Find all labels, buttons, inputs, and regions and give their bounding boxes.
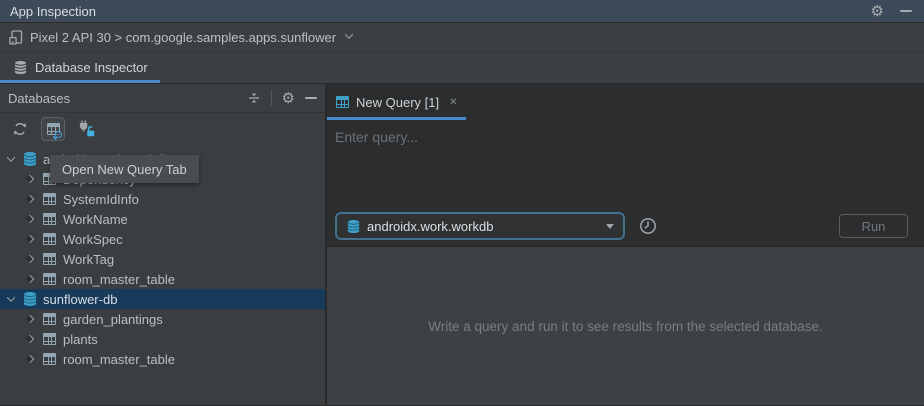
tree-item-label: room_master_table xyxy=(63,352,175,367)
refresh-databases-button[interactable] xyxy=(8,117,32,141)
open-new-query-tab-button[interactable] xyxy=(41,117,65,141)
tree-item-label: plants xyxy=(63,332,98,347)
table-icon xyxy=(43,333,56,345)
dropdown-arrow-icon xyxy=(606,224,614,229)
process-selector-label: Pixel 2 API 30 > com.google.samples.apps… xyxy=(30,30,336,45)
table-icon xyxy=(43,273,56,285)
tree-item-table[interactable]: WorkSpec xyxy=(0,229,325,249)
table-icon xyxy=(43,253,56,265)
tree-item-table[interactable]: room_master_table xyxy=(0,349,325,369)
chevron-right-icon[interactable] xyxy=(26,255,34,263)
tree-item-table[interactable]: SystemIdInfo xyxy=(0,189,325,209)
chevron-down-icon[interactable] xyxy=(7,293,15,301)
tree-item-label: room_master_table xyxy=(63,272,175,287)
tree-item-table[interactable]: room_master_table xyxy=(0,269,325,289)
hide-panel-icon[interactable] xyxy=(900,10,912,12)
chevron-right-icon[interactable] xyxy=(26,215,34,223)
databases-panel-header-tools: ⚙ xyxy=(247,90,317,106)
chevron-right-icon[interactable] xyxy=(26,275,34,283)
database-icon xyxy=(13,60,28,75)
chevron-down-icon[interactable] xyxy=(7,153,15,161)
inspector-tab-bar: Database Inspector xyxy=(0,52,924,84)
tab-label: Database Inspector xyxy=(35,60,148,75)
tree-item-table[interactable]: WorkName xyxy=(0,209,325,229)
tree-item-database-selected[interactable]: sunflower-db xyxy=(0,289,325,309)
tab-new-query[interactable]: New Query [1] ✕ xyxy=(327,84,466,120)
table-icon xyxy=(43,233,56,245)
keep-connections-open-toggle[interactable] xyxy=(74,117,98,141)
empty-state-message: Write a query and run it to see results … xyxy=(428,319,822,334)
table-icon xyxy=(43,353,56,365)
query-tab-strip: New Query [1] ✕ xyxy=(327,84,924,120)
minimize-panel-icon[interactable] xyxy=(305,97,317,99)
query-controls-row: androidx.work.workdb Run xyxy=(327,206,924,246)
database-icon xyxy=(346,219,361,234)
close-tab-icon[interactable]: ✕ xyxy=(449,97,457,108)
toolbar-separator xyxy=(271,90,272,106)
databases-panel: Databases ⚙ xyxy=(0,84,327,405)
tree-item-label: WorkTag xyxy=(63,252,114,267)
query-input[interactable] xyxy=(327,120,924,206)
tooltip-open-new-query-tab: Open New Query Tab xyxy=(50,155,199,183)
tree-item-label: WorkSpec xyxy=(63,232,123,247)
collapse-all-icon[interactable] xyxy=(247,91,261,105)
tooltip-text: Open New Query Tab xyxy=(62,162,187,177)
database-icon xyxy=(22,151,38,167)
chevron-right-icon[interactable] xyxy=(26,355,34,363)
panel-options-gear-icon[interactable]: ⚙ xyxy=(282,91,295,106)
tab-label: New Query [1] xyxy=(356,95,439,110)
chevron-right-icon[interactable] xyxy=(26,175,34,183)
title-bar: App Inspection ⚙ xyxy=(0,0,924,23)
magnifier-icon xyxy=(55,131,62,138)
main-split: Databases ⚙ xyxy=(0,84,924,405)
tab-database-inspector[interactable]: Database Inspector xyxy=(0,52,160,83)
chevron-right-icon[interactable] xyxy=(26,235,34,243)
database-dropdown-value: androidx.work.workdb xyxy=(367,219,493,234)
table-icon xyxy=(43,213,56,225)
tree-item-label: sunflower-db xyxy=(43,292,117,307)
chevron-right-icon[interactable] xyxy=(26,195,34,203)
database-icon xyxy=(22,291,38,307)
database-dropdown[interactable]: androidx.work.workdb xyxy=(335,212,625,240)
tree-item-table[interactable]: garden_plantings xyxy=(0,309,325,329)
query-results-area: Write a query and run it to see results … xyxy=(327,246,924,405)
databases-panel-title: Databases xyxy=(8,91,70,106)
databases-toolbar xyxy=(0,113,325,144)
run-query-button[interactable]: Run xyxy=(839,214,908,238)
table-icon xyxy=(336,96,349,108)
query-panel: New Query [1] ✕ xyxy=(327,84,924,405)
process-selector-bar[interactable]: Pixel 2 API 30 > com.google.samples.apps… xyxy=(0,23,924,52)
chevron-right-icon[interactable] xyxy=(26,315,34,323)
tree-item-table[interactable]: plants xyxy=(0,329,325,349)
window-title: App Inspection xyxy=(10,4,96,19)
tree-item-label: garden_plantings xyxy=(63,312,163,327)
databases-tree: androidx.work.workdb Dependency SystemId… xyxy=(0,144,325,405)
tree-item-label: SystemIdInfo xyxy=(63,192,139,207)
table-icon xyxy=(43,193,56,205)
tree-item-label: WorkName xyxy=(63,212,128,227)
device-icon xyxy=(9,30,24,45)
table-icon xyxy=(43,313,56,325)
tree-item-table[interactable]: WorkTag xyxy=(0,249,325,269)
chevron-right-icon[interactable] xyxy=(26,335,34,343)
query-history-icon[interactable] xyxy=(639,217,657,235)
databases-panel-header: Databases ⚙ xyxy=(0,84,325,113)
app-inspection-window: App Inspection ⚙ Pixel 2 API 30 > com.go… xyxy=(0,0,924,406)
settings-gear-icon[interactable]: ⚙ xyxy=(871,4,884,19)
chevron-down-icon xyxy=(345,30,353,38)
query-editor xyxy=(327,120,924,206)
